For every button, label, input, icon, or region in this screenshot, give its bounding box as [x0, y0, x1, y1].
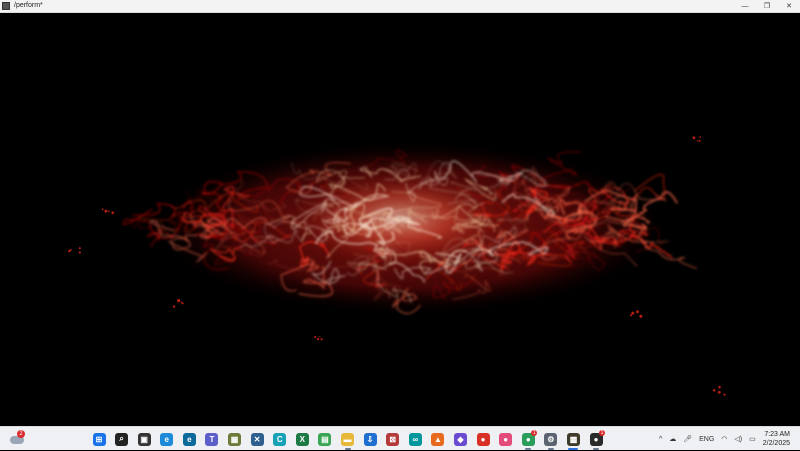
particle-visualization — [68, 136, 726, 396]
chrome-icon-glyph: ● — [476, 432, 490, 446]
clock-time: 7:23 AM — [764, 431, 790, 438]
grid-app-icon[interactable]: ⊠ — [384, 430, 402, 448]
minimize-button[interactable]: — — [734, 0, 756, 12]
battery-icon[interactable]: ▭ — [749, 435, 756, 443]
photo-viewer-icon-glyph: ▦ — [228, 432, 242, 446]
app-notification-badge: 1 — [531, 430, 538, 436]
clock[interactable]: 7:23 AM 2/2/2025 — [763, 430, 790, 448]
purple-app-icon-glyph: ◆ — [454, 432, 467, 446]
edge-dev-icon-glyph: e — [182, 432, 196, 446]
office-icon[interactable]: ▲ — [429, 430, 447, 448]
spark-particle — [636, 310, 639, 314]
search-icon[interactable]: ⌕ — [113, 430, 131, 448]
app-icon-c-glyph: C — [273, 432, 287, 446]
spark-particle — [319, 336, 321, 338]
spark-particle — [107, 210, 110, 213]
restore-button[interactable]: ❐ — [756, 0, 778, 12]
window-title: /perform* — [14, 2, 43, 9]
microphone-icon[interactable]: 🎤︎ — [683, 435, 692, 443]
spark-particle — [78, 247, 81, 250]
settings-icon-glyph: ⚙ — [544, 432, 558, 446]
arduino-icon-glyph: ∞ — [408, 432, 422, 446]
grid-app-icon-glyph: ⊠ — [386, 432, 400, 446]
taskbar-apps: ⊞ ⌕ ▣ e e T ▦ ✕ C X ▤ ▬ ⇩ ⊠ ∞ ▲ ◆ ● ● ● 1 ⚙ ▩ ● 1 — [90, 430, 610, 450]
search-icon-glyph: ⌕ — [115, 432, 129, 446]
spark-particle — [718, 385, 721, 389]
spark-particle — [320, 338, 323, 341]
media-app-icon[interactable]: ● 1 — [587, 430, 606, 450]
wifi-icon[interactable]: ◠ — [721, 435, 727, 443]
chrome-icon[interactable]: ● — [474, 430, 492, 448]
task-view-icon[interactable]: ▣ — [135, 430, 153, 448]
sketch-canvas[interactable] — [0, 13, 800, 426]
spark-particle — [717, 390, 721, 394]
spark-particle — [692, 136, 696, 140]
onedrive-cloud-icon[interactable]: ☁ — [669, 435, 676, 443]
processing-app-icon-glyph: ▩ — [566, 432, 580, 446]
system-tray: ^ ☁ 🎤︎ ENG ◠ ◁) ▭ 7:23 AM 2/2/2025 — [659, 427, 800, 451]
spark-particle — [712, 389, 716, 392]
spark-particle — [629, 314, 633, 317]
spark-particle — [316, 337, 320, 341]
office-icon-glyph: ▲ — [431, 432, 445, 446]
spark-particle — [723, 393, 726, 396]
spark-particle — [314, 336, 317, 339]
window-controls: — ❐ ✕ — [734, 0, 800, 12]
notification-badge: 2 — [17, 430, 25, 438]
tray-overflow-chevron-icon[interactable]: ^ — [659, 436, 662, 443]
chrome-profile-icon[interactable]: ● — [497, 430, 515, 448]
download-app-icon[interactable]: ⇩ — [361, 430, 379, 448]
download-app-icon-glyph: ⇩ — [363, 432, 377, 446]
arduino-icon[interactable]: ∞ — [406, 430, 424, 448]
app-icon-c[interactable]: C — [271, 430, 289, 448]
edge-browser-icon-glyph: e — [160, 432, 174, 446]
app-icon-x[interactable]: ✕ — [248, 430, 266, 448]
teams-icon[interactable]: T — [203, 430, 221, 448]
app-icon-x-glyph: ✕ — [250, 432, 264, 446]
chrome-alt-icon[interactable]: ● 1 — [519, 430, 538, 450]
photo-viewer-icon[interactable]: ▦ — [226, 430, 244, 448]
chrome-profile-icon-glyph: ● — [499, 432, 513, 446]
excel-icon[interactable]: X — [293, 430, 311, 448]
file-explorer-icon[interactable]: ▬ — [339, 430, 357, 450]
close-button[interactable]: ✕ — [778, 0, 800, 12]
purple-app-icon[interactable]: ◆ — [452, 430, 470, 448]
app-notification-badge: 1 — [599, 430, 606, 436]
spark-particle — [639, 314, 643, 318]
spark-particle — [698, 139, 701, 142]
clock-date: 2/2/2025 — [762, 440, 790, 447]
spark-particle — [631, 311, 635, 315]
notes-icon-glyph: ▤ — [318, 432, 332, 446]
nebula-core — [290, 168, 510, 268]
window-title-bar: /perform* — ❐ ✕ — [0, 0, 800, 13]
windows-start-icon-glyph: ⊞ — [92, 432, 106, 446]
spark-particle — [696, 140, 699, 142]
spark-particle — [69, 249, 72, 252]
task-view-icon-glyph: ▣ — [137, 432, 151, 446]
settings-icon[interactable]: ⚙ — [542, 430, 560, 450]
edge-browser-icon[interactable]: e — [158, 430, 176, 448]
spark-particle — [104, 209, 108, 213]
taskbar: 2 ⊞ ⌕ ▣ e e T ▦ ✕ C X ▤ ▬ ⇩ ⊠ ∞ ▲ ◆ ● ● ● 1 ⚙ ▩ ● 1 ^ ☁ 🎤︎ ENG ◠… — [0, 426, 800, 450]
spark-particle — [111, 211, 115, 215]
windows-start-icon[interactable]: ⊞ — [90, 430, 108, 448]
processing-app-icon[interactable]: ▩ — [564, 430, 582, 450]
spark-particle — [177, 299, 181, 303]
spark-particle — [101, 208, 104, 211]
weather-widget[interactable]: 2 — [8, 430, 26, 448]
language-indicator[interactable]: ENG — [699, 436, 714, 443]
edge-dev-icon[interactable]: e — [180, 430, 198, 448]
app-window-icon — [2, 2, 10, 10]
spark-particle — [78, 251, 81, 254]
spark-particle — [172, 305, 176, 308]
excel-icon-glyph: X — [295, 432, 309, 446]
file-explorer-icon-glyph: ▬ — [341, 432, 355, 446]
teams-icon-glyph: T — [205, 432, 219, 446]
notes-icon[interactable]: ▤ — [316, 430, 334, 448]
volume-icon[interactable]: ◁) — [734, 435, 742, 443]
spark-particle — [699, 136, 702, 138]
spark-particle — [181, 302, 184, 305]
